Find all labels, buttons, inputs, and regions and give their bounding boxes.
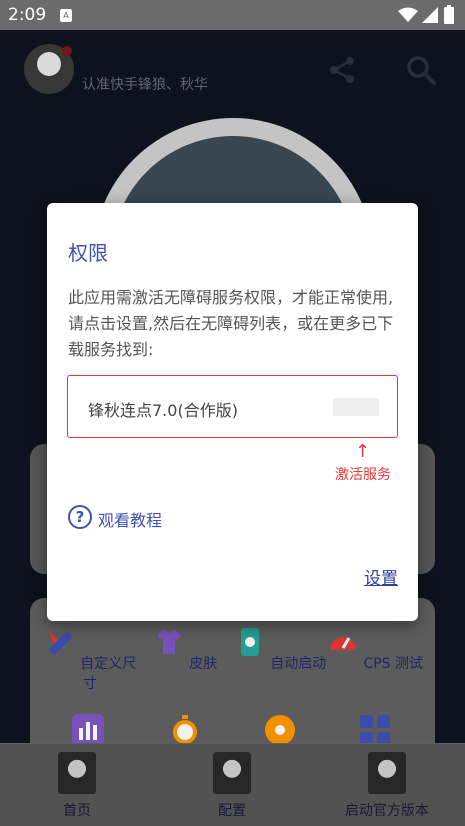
dialog-title: 权限 — [68, 241, 108, 265]
battery-icon — [444, 5, 454, 24]
watch-tutorial-label: 观看教程 — [98, 511, 163, 530]
help-icon: ? — [68, 505, 92, 529]
wifi-icon — [398, 7, 418, 22]
settings-button[interactable]: 设置 — [364, 564, 398, 589]
dialog-message: 此应用需激活无障碍服务权限，才能正常使用,请点击设置,然后在无障碍列表，或在更多… — [68, 288, 394, 359]
service-entry: 锋秋连点7.0(合作版) — [67, 375, 398, 438]
activate-service-label: 激活服务 — [335, 467, 391, 483]
arrow-up-icon: ↑ — [355, 441, 371, 462]
status-time: 2:09 — [8, 5, 47, 25]
permission-dialog: 权限 此应用需激活无障碍服务权限，才能正常使用,请点击设置,然后在无障碍列表，或… — [47, 203, 418, 621]
sim-icon: A — [60, 9, 72, 22]
service-toggle — [333, 398, 379, 416]
signal-icon — [422, 7, 438, 23]
service-name: 锋秋连点7.0(合作版) — [88, 401, 238, 420]
status-bar: 2:09 A — [0, 0, 465, 30]
